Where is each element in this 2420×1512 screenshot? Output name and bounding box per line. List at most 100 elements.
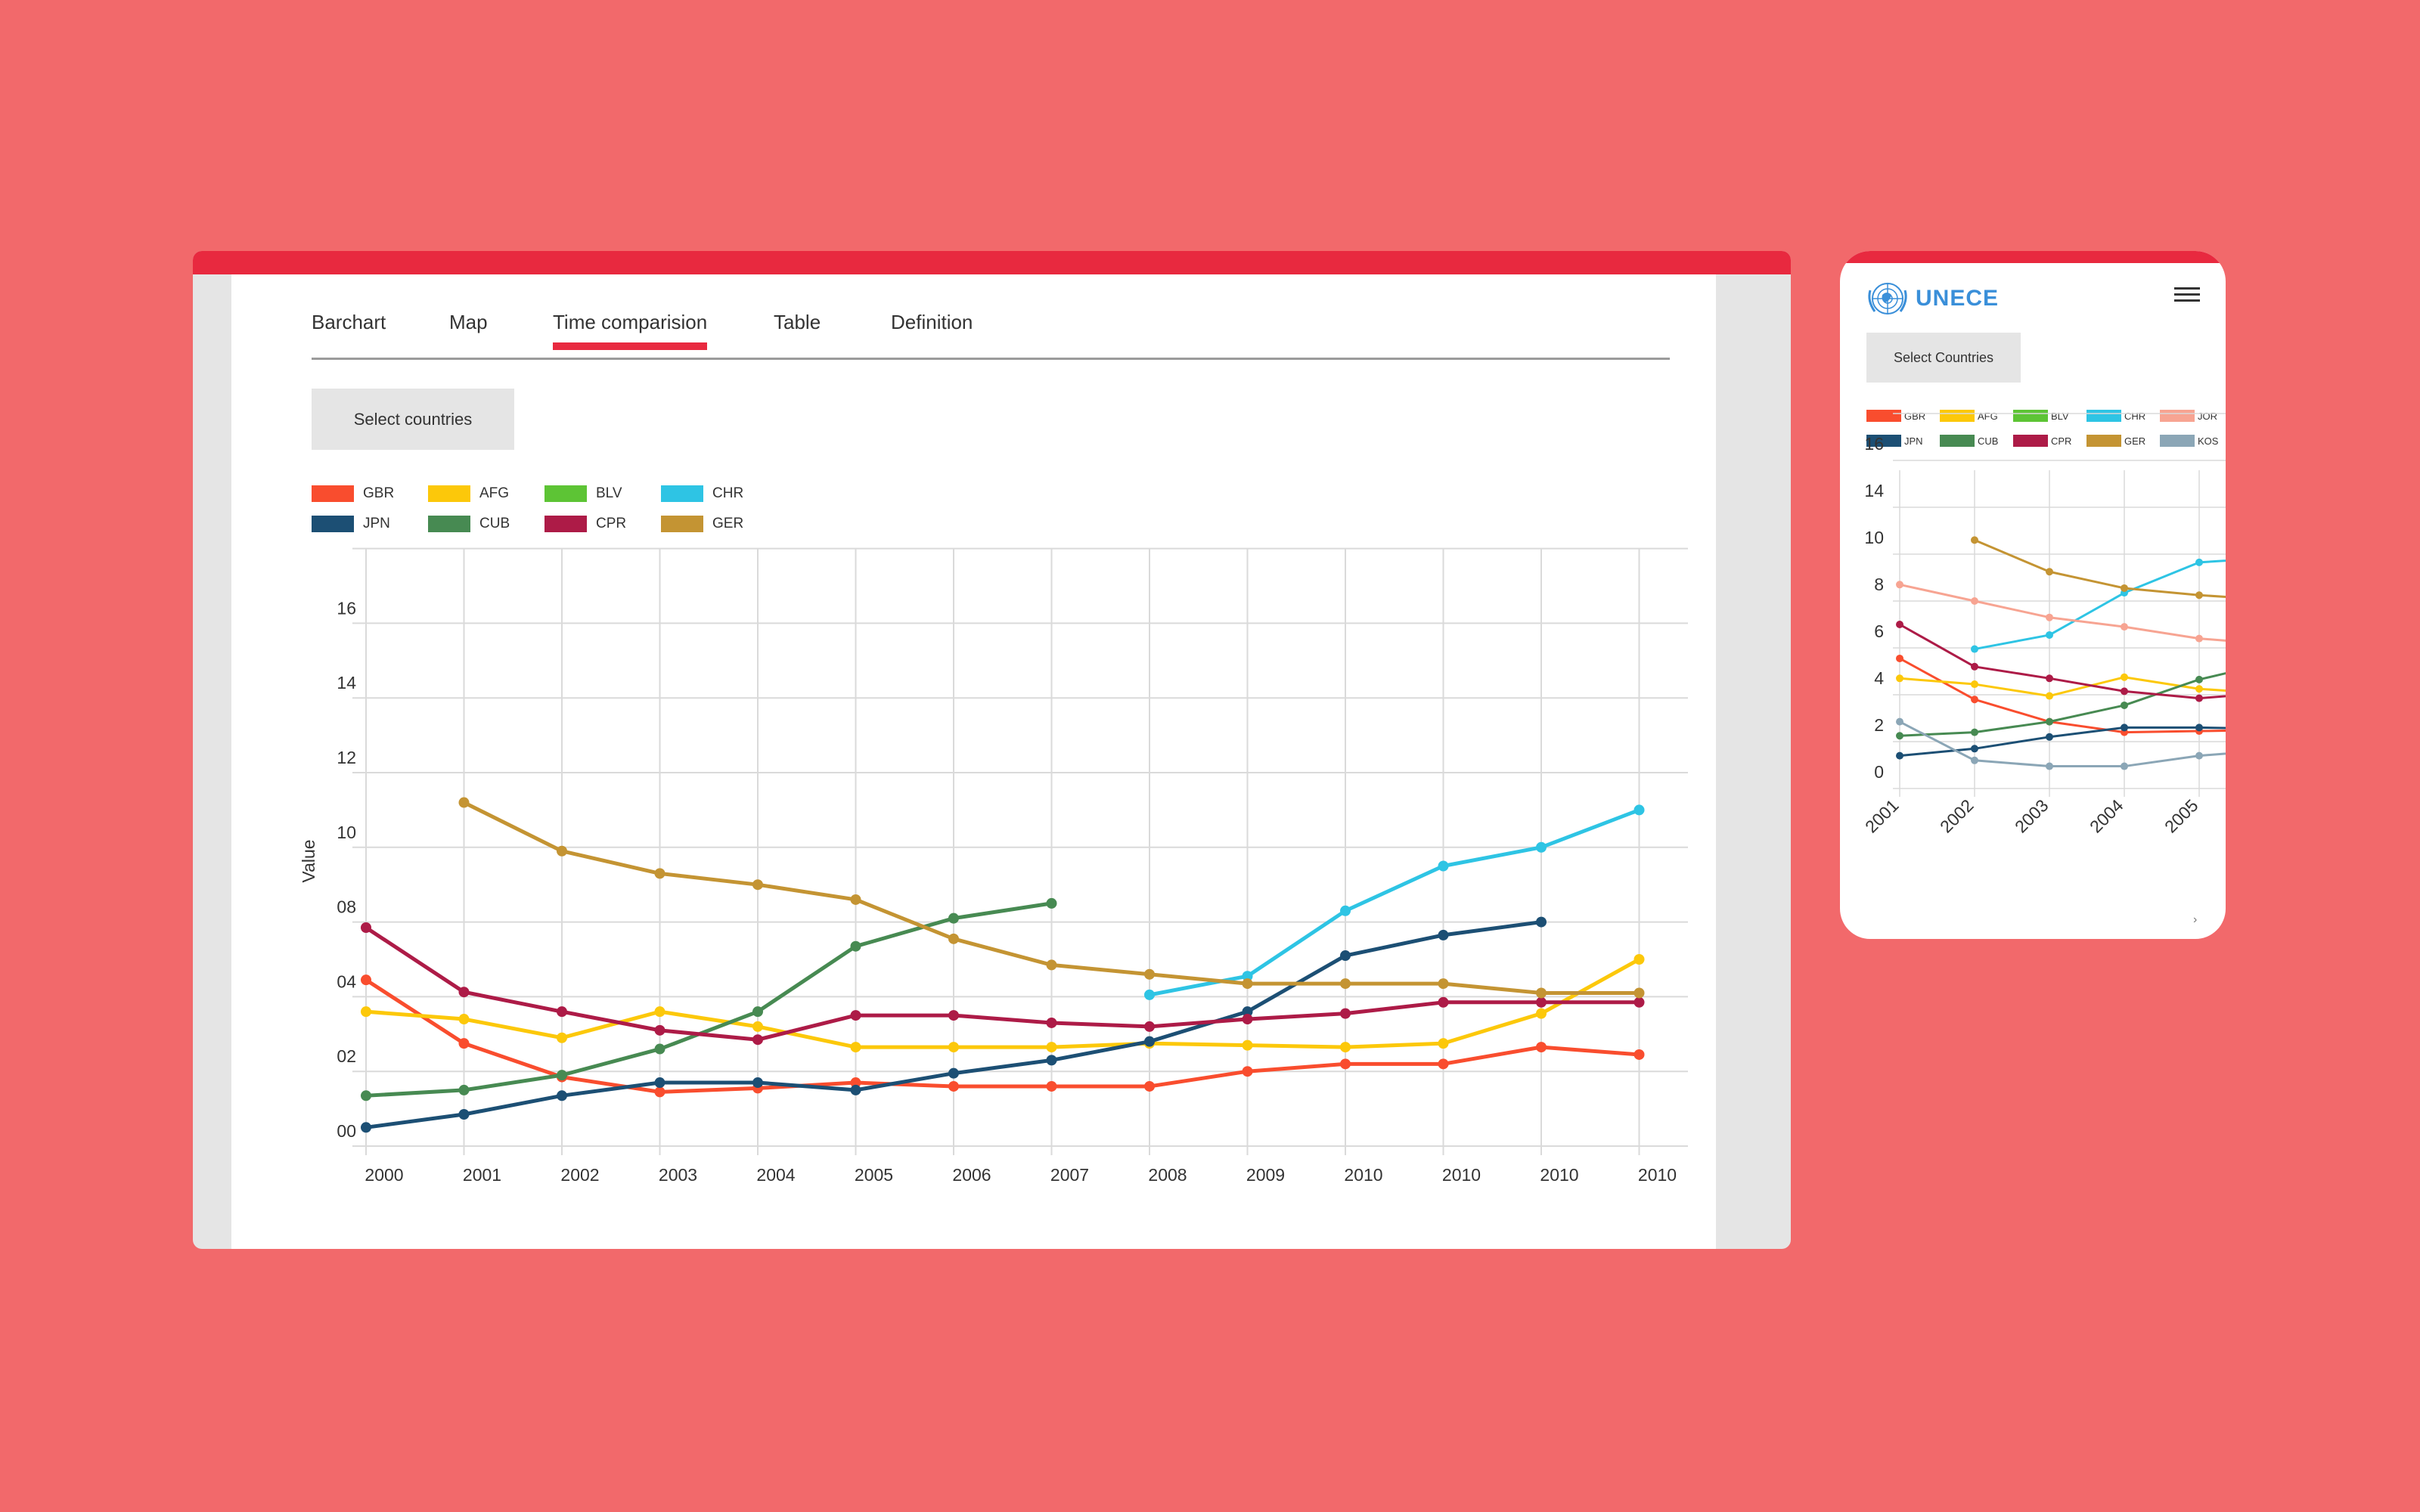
data-point-cub[interactable]: [361, 1090, 371, 1101]
data-point-ger[interactable]: [557, 845, 567, 857]
data-point-jpn[interactable]: [654, 1077, 666, 1089]
data-point-afg[interactable]: [1896, 674, 1903, 683]
data-point-afg[interactable]: [1971, 680, 1978, 689]
data-point-afg[interactable]: [1242, 1040, 1253, 1051]
data-point-cub[interactable]: [850, 940, 861, 952]
data-point-cub[interactable]: [2121, 701, 2128, 709]
data-point-cpr[interactable]: [1971, 662, 1978, 671]
data-point-jpn[interactable]: [2046, 733, 2053, 741]
data-point-ger[interactable]: [850, 894, 861, 905]
data-point-chr[interactable]: [2195, 558, 2203, 566]
data-point-chr[interactable]: [1971, 645, 1978, 653]
data-point-cpr[interactable]: [1144, 1021, 1155, 1032]
data-point-cpr[interactable]: [2195, 694, 2203, 702]
data-point-kos[interactable]: [2046, 762, 2053, 770]
data-point-jpn[interactable]: [361, 1122, 371, 1133]
data-point-jor[interactable]: [2046, 613, 2053, 621]
data-point-jor[interactable]: [1896, 581, 1903, 589]
data-point-cub[interactable]: [654, 1043, 666, 1055]
data-point-cub[interactable]: [948, 912, 959, 924]
data-point-afg[interactable]: [1046, 1042, 1057, 1053]
data-point-kos[interactable]: [1971, 756, 1978, 764]
data-point-ger[interactable]: [654, 868, 666, 879]
data-point-ger[interactable]: [1536, 987, 1547, 999]
data-point-afg[interactable]: [2046, 692, 2053, 700]
data-point-cub[interactable]: [458, 1084, 470, 1095]
data-point-cpr[interactable]: [1536, 996, 1547, 1008]
data-point-jpn[interactable]: [1438, 929, 1449, 940]
data-point-chr[interactable]: [1536, 841, 1547, 853]
data-point-ger[interactable]: [1971, 536, 1978, 544]
data-point-ger[interactable]: [2195, 591, 2203, 600]
data-point-gbr[interactable]: [948, 1080, 959, 1092]
data-point-cpr[interactable]: [458, 987, 470, 998]
data-point-gbr[interactable]: [361, 974, 371, 986]
data-point-jpn[interactable]: [2195, 723, 2203, 732]
data-point-cpr[interactable]: [1896, 621, 1903, 628]
data-point-ger[interactable]: [752, 879, 763, 891]
data-point-cpr[interactable]: [850, 1010, 861, 1021]
data-point-ger[interactable]: [1634, 987, 1645, 999]
data-point-ger[interactable]: [1144, 968, 1155, 980]
data-point-jpn[interactable]: [1536, 916, 1547, 928]
data-point-cub[interactable]: [752, 1006, 763, 1018]
data-point-gbr[interactable]: [1634, 1049, 1645, 1060]
data-point-gbr[interactable]: [1046, 1080, 1057, 1092]
data-point-afg[interactable]: [850, 1042, 861, 1053]
data-point-gbr[interactable]: [1340, 1058, 1351, 1070]
data-point-jpn[interactable]: [458, 1109, 470, 1120]
data-point-cpr[interactable]: [1242, 1014, 1253, 1025]
data-point-afg[interactable]: [361, 1006, 371, 1018]
data-point-cpr[interactable]: [361, 922, 371, 934]
data-point-jpn[interactable]: [1340, 950, 1351, 962]
data-point-afg[interactable]: [948, 1042, 959, 1053]
data-point-ger[interactable]: [948, 933, 959, 944]
data-point-afg[interactable]: [1438, 1038, 1449, 1049]
data-point-kos[interactable]: [1896, 717, 1903, 726]
data-point-afg[interactable]: [1634, 954, 1645, 965]
data-point-ger[interactable]: [1242, 978, 1253, 990]
data-point-ger[interactable]: [2121, 584, 2128, 592]
data-point-afg[interactable]: [2121, 673, 2128, 681]
data-point-cub[interactable]: [2195, 675, 2203, 683]
data-point-chr[interactable]: [1340, 905, 1351, 916]
data-point-cpr[interactable]: [1634, 996, 1645, 1008]
data-point-ger[interactable]: [1046, 959, 1057, 971]
data-point-jpn[interactable]: [1144, 1036, 1155, 1047]
data-point-kos[interactable]: [2121, 762, 2128, 770]
data-point-gbr[interactable]: [1971, 696, 1978, 704]
data-point-jpn[interactable]: [850, 1084, 861, 1095]
data-point-cpr[interactable]: [557, 1006, 567, 1018]
data-point-cpr[interactable]: [1046, 1017, 1057, 1028]
data-point-gbr[interactable]: [1144, 1080, 1155, 1092]
data-point-cub[interactable]: [1971, 728, 1978, 736]
data-point-jor[interactable]: [2195, 634, 2203, 643]
data-point-jpn[interactable]: [2121, 723, 2128, 732]
data-point-gbr[interactable]: [654, 1086, 666, 1098]
data-point-jpn[interactable]: [752, 1077, 763, 1089]
data-point-jpn[interactable]: [557, 1090, 567, 1101]
data-point-chr[interactable]: [1634, 804, 1645, 816]
data-point-cub[interactable]: [1046, 897, 1057, 909]
data-point-afg[interactable]: [654, 1006, 666, 1018]
data-point-cpr[interactable]: [1340, 1008, 1351, 1019]
data-point-jpn[interactable]: [1046, 1055, 1057, 1066]
data-point-jpn[interactable]: [1896, 751, 1903, 760]
data-point-gbr[interactable]: [458, 1038, 470, 1049]
data-point-ger[interactable]: [1438, 978, 1449, 990]
data-point-afg[interactable]: [557, 1032, 567, 1043]
data-point-afg[interactable]: [2195, 685, 2203, 693]
data-point-jor[interactable]: [1971, 597, 1978, 605]
data-point-jpn[interactable]: [948, 1067, 959, 1079]
data-point-ger[interactable]: [458, 797, 470, 808]
data-point-gbr[interactable]: [1438, 1058, 1449, 1070]
next-chevron-icon[interactable]: ›: [2193, 913, 2197, 927]
data-point-gbr[interactable]: [1896, 654, 1903, 662]
data-point-cpr[interactable]: [948, 1010, 959, 1021]
data-point-cpr[interactable]: [2046, 674, 2053, 683]
data-point-cub[interactable]: [557, 1070, 567, 1081]
data-point-jor[interactable]: [2121, 623, 2128, 631]
data-point-kos[interactable]: [2195, 751, 2203, 760]
data-point-gbr[interactable]: [1536, 1042, 1547, 1053]
data-point-cpr[interactable]: [1438, 996, 1449, 1008]
